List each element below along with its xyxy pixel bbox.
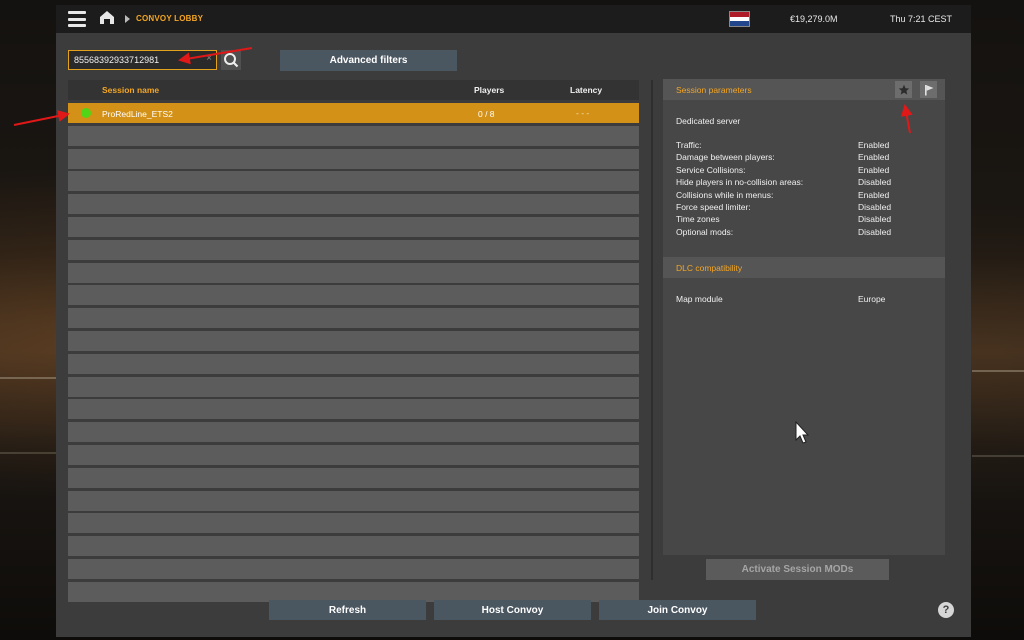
dlc-compatibility-title: DLC compatibility xyxy=(676,263,743,273)
advanced-filters-button[interactable]: Advanced filters xyxy=(280,50,457,71)
flag-icon xyxy=(729,11,750,27)
column-header-latency[interactable]: Latency xyxy=(570,85,602,95)
dlc-map-module-row: Map module Europe xyxy=(676,294,936,304)
empty-session-row xyxy=(68,148,639,169)
empty-session-row xyxy=(68,376,639,397)
dlc-compatibility-header: DLC compatibility xyxy=(663,257,945,278)
session-players: 0 / 8 xyxy=(478,109,495,119)
param-value: Disabled xyxy=(858,201,892,212)
empty-session-row xyxy=(68,330,639,351)
scrollbar[interactable] xyxy=(651,80,653,580)
empty-session-row xyxy=(68,262,639,283)
breadcrumb-chevron-icon xyxy=(125,15,130,23)
menu-icon[interactable] xyxy=(68,11,86,27)
empty-session-row xyxy=(68,558,639,579)
mouse-cursor-icon xyxy=(795,420,810,450)
param-label: Collisions while in menus: xyxy=(676,189,774,200)
session-row[interactable]: ProRedLine_ETS2 0 / 8 - - - xyxy=(68,103,639,123)
money-balance: €19,279.0M xyxy=(790,14,838,24)
empty-session-row xyxy=(68,581,639,602)
param-value: Enabled xyxy=(858,189,890,200)
session-param-row: Optional mods: Disabled xyxy=(676,227,936,239)
session-latency: - - - xyxy=(576,108,590,118)
empty-session-row xyxy=(68,513,639,534)
session-list-header: Session name Players Latency xyxy=(68,80,639,100)
empty-session-row xyxy=(68,308,639,329)
join-convoy-button[interactable]: Join Convoy xyxy=(599,600,756,620)
empty-session-row xyxy=(68,422,639,443)
empty-session-row xyxy=(68,353,639,374)
search-icon xyxy=(224,53,239,68)
column-header-players[interactable]: Players xyxy=(474,85,504,95)
game-clock: Thu 7:21 CEST xyxy=(890,14,953,24)
empty-session-row xyxy=(68,125,639,146)
session-param-row: Time zones Disabled xyxy=(676,214,936,226)
param-value: Enabled xyxy=(858,140,890,150)
empty-session-row xyxy=(68,467,639,488)
flag-report-icon xyxy=(924,84,933,95)
session-parameters-header: Session parameters xyxy=(663,79,945,100)
server-type: Dedicated server xyxy=(676,116,741,126)
empty-session-row xyxy=(68,194,639,215)
session-param-row: Service Collisions: Enabled xyxy=(676,165,936,177)
empty-session-row xyxy=(68,239,639,260)
activate-session-mods-button[interactable]: Activate Session MODs xyxy=(706,559,889,580)
help-button[interactable]: ? xyxy=(938,602,954,618)
param-label: Service Collisions: xyxy=(676,164,746,175)
favorite-button[interactable] xyxy=(895,81,912,98)
empty-session-row xyxy=(68,444,639,465)
dlc-map-module-value: Europe xyxy=(858,294,886,304)
search-input[interactable] xyxy=(74,54,194,66)
session-list: ProRedLine_ETS2 0 / 8 - - - xyxy=(68,103,639,605)
search-button[interactable] xyxy=(221,50,241,70)
refresh-button[interactable]: Refresh xyxy=(269,600,426,620)
param-label: Time zones xyxy=(676,214,720,225)
host-convoy-button[interactable]: Host Convoy xyxy=(434,600,591,620)
page-title: CONVOY LOBBY xyxy=(136,14,204,23)
empty-session-row xyxy=(68,285,639,306)
column-header-session-name[interactable]: Session name xyxy=(102,85,159,95)
param-value: Disabled xyxy=(858,177,892,188)
empty-session-row xyxy=(68,399,639,420)
empty-session-row xyxy=(68,171,639,192)
session-param-row: Collisions while in menus: Enabled xyxy=(676,190,936,202)
session-name: ProRedLine_ETS2 xyxy=(102,109,173,119)
session-parameters-title: Session parameters xyxy=(676,85,752,95)
param-value: Disabled xyxy=(858,226,892,237)
param-value: Disabled xyxy=(858,214,892,225)
param-value: Enabled xyxy=(858,152,890,163)
search-field[interactable]: × xyxy=(68,50,217,70)
session-param-row: Hide players in no-collision areas: Disab… xyxy=(676,177,936,189)
param-value: Enabled xyxy=(858,164,890,175)
status-indicator-icon xyxy=(81,108,91,118)
param-label: Damage between players: xyxy=(676,152,775,163)
session-details-panel: Session parameters Dedicated server Traf… xyxy=(663,79,945,555)
session-param-row: Damage between players: Enabled xyxy=(676,152,936,164)
home-icon[interactable] xyxy=(99,10,115,30)
report-button[interactable] xyxy=(920,81,937,98)
param-label: Force speed limiter: xyxy=(676,201,751,212)
empty-session-row xyxy=(68,490,639,511)
session-parameters-list: Traffic: Enabled Damage between players: En… xyxy=(676,140,936,239)
session-param-row: Traffic: Enabled xyxy=(676,140,936,152)
session-param-row: Force speed limiter: Disabled xyxy=(676,202,936,214)
empty-session-row xyxy=(68,536,639,557)
param-label: Hide players in no-collision areas: xyxy=(676,177,804,188)
param-label: Optional mods: xyxy=(676,226,734,237)
clear-search-icon[interactable]: × xyxy=(206,53,212,64)
param-label: Traffic: xyxy=(676,140,702,150)
star-icon xyxy=(898,84,909,95)
empty-session-row xyxy=(68,216,639,237)
dlc-map-module-label: Map module xyxy=(676,294,723,304)
